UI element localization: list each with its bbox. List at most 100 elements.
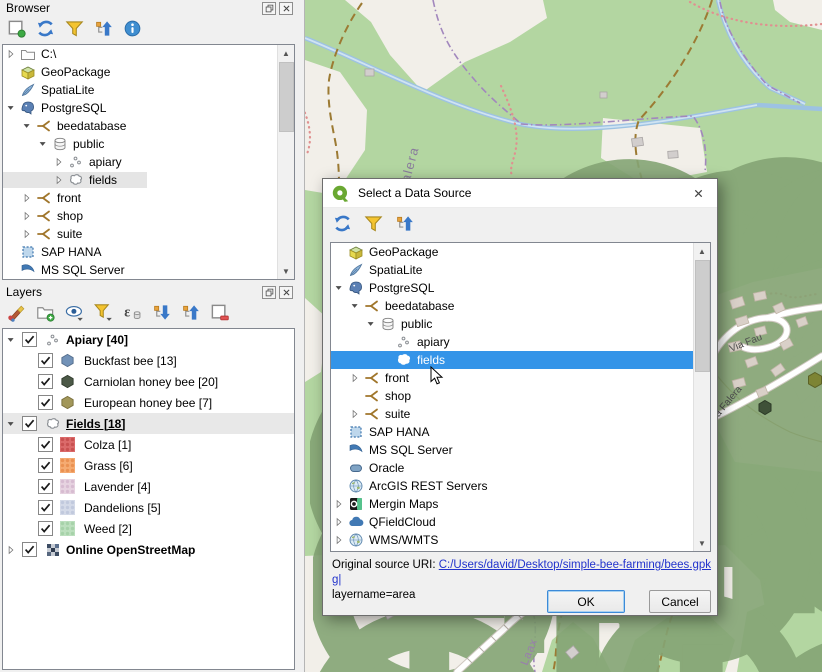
expander-icon[interactable] [19,226,35,242]
layer-checkbox[interactable] [38,500,53,515]
dialog-item-sap-hana[interactable]: SAP HANA [331,423,710,441]
refresh-button[interactable] [331,212,353,234]
expander-icon[interactable] [363,316,379,332]
layer-checkbox[interactable] [38,395,53,410]
dialog-item-mergin-maps[interactable]: Mergin Maps [331,495,710,513]
expander-icon[interactable] [331,532,347,548]
filter-browser-button[interactable] [63,17,85,39]
layer-item-dandelions[interactable]: Dandelions [5] [3,497,294,518]
add-selected-layers-button[interactable] [5,17,27,39]
collapse-all-button[interactable] [179,301,201,323]
browser-item-spatialite[interactable]: SpatiaLite [3,81,294,99]
scroll-up-icon[interactable]: ▲ [694,243,710,259]
browser-item-front[interactable]: front [3,189,294,207]
layer-item-online-openstreetmap[interactable]: Online OpenStreetMap [3,539,294,560]
float-panel-button[interactable] [262,2,276,15]
properties-button[interactable] [121,17,143,39]
layer-item-weed[interactable]: Weed [2] [3,518,294,539]
layer-checkbox[interactable] [22,416,37,431]
dialog-item-arcgis-rest-servers[interactable]: ArcGIS REST Servers [331,477,710,495]
dialog-item-fields-selected[interactable]: fields [331,351,710,369]
browser-item-shop[interactable]: shop [3,207,294,225]
refresh-button[interactable] [34,17,56,39]
remove-layer-button[interactable] [208,301,230,323]
browser-item-postgresql[interactable]: PostgreSQL [3,99,294,117]
expander-icon[interactable] [331,280,347,296]
close-panel-button[interactable] [279,286,293,299]
layer-checkbox[interactable] [38,353,53,368]
browser-item-public-schema[interactable]: public [3,135,294,153]
open-layer-styling-button[interactable] [5,301,27,323]
expander-icon[interactable] [19,208,35,224]
expander-icon[interactable] [19,118,35,134]
filter-by-expression-button[interactable] [121,301,143,323]
browser-item-apiary[interactable]: apiary [3,153,294,171]
layer-item-grass[interactable]: Grass [6] [3,455,294,476]
expander-icon[interactable] [3,46,19,62]
layer-checkbox[interactable] [38,437,53,452]
expander-icon[interactable] [3,332,19,348]
expander-icon[interactable] [51,154,67,170]
browser-item-sap-hana[interactable]: SAP HANA [3,243,294,261]
add-group-button[interactable] [34,301,56,323]
dialog-item-geopackage[interactable]: GeoPackage [331,243,710,261]
filter-legend-button[interactable] [92,301,114,323]
layer-item-buckfast-bee[interactable]: Buckfast bee [13] [3,350,294,371]
expander-icon[interactable] [331,496,347,512]
browser-item-ms-sql-server[interactable]: MS SQL Server [3,261,294,279]
expander-icon[interactable] [51,172,67,188]
expander-icon[interactable] [3,100,19,116]
layer-checkbox[interactable] [22,332,37,347]
dialog-item-apiary[interactable]: apiary [331,333,710,351]
layer-checkbox[interactable] [38,374,53,389]
dialog-item-public-schema[interactable]: public [331,315,710,333]
close-panel-button[interactable] [279,2,293,15]
expander-icon[interactable] [347,406,363,422]
dialog-item-oracle[interactable]: Oracle [331,459,710,477]
dialog-scrollbar[interactable]: ▲ ▼ [693,243,710,551]
dialog-item-qfieldcloud[interactable]: QFieldCloud [331,513,710,531]
manage-map-themes-button[interactable] [63,301,85,323]
dialog-item-beedatabase[interactable]: beedatabase [331,297,710,315]
cancel-button[interactable]: Cancel [649,590,711,613]
scroll-down-icon[interactable]: ▼ [694,535,710,551]
expander-icon[interactable] [19,190,35,206]
layer-checkbox[interactable] [22,542,37,557]
browser-item-fields[interactable]: fields [3,171,294,189]
layer-group-apiary[interactable]: Apiary [40] [3,329,294,350]
expander-icon[interactable] [3,416,19,432]
expander-icon[interactable] [3,542,19,558]
layer-item-lavender[interactable]: Lavender [4] [3,476,294,497]
browser-item-suite[interactable]: suite [3,225,294,243]
dialog-item-suite[interactable]: suite [331,405,710,423]
collapse-all-button[interactable] [393,212,415,234]
ok-button[interactable]: OK [547,590,625,613]
layer-checkbox[interactable] [38,521,53,536]
expander-icon[interactable] [347,298,363,314]
scrollbar-thumb[interactable] [695,260,710,372]
float-panel-button[interactable] [262,286,276,299]
dialog-item-spatialite[interactable]: SpatiaLite [331,261,710,279]
filter-button[interactable] [362,212,384,234]
scrollbar-thumb[interactable] [279,62,294,132]
layer-item-colza[interactable]: Colza [1] [3,434,294,455]
browser-item-c-drive[interactable]: C:\ [3,45,294,63]
layer-checkbox[interactable] [38,458,53,473]
layer-checkbox[interactable] [38,479,53,494]
panel-map-divider[interactable] [297,0,305,672]
layer-item-european-honey-bee[interactable]: European honey bee [7] [3,392,294,413]
collapse-all-button[interactable] [92,17,114,39]
dialog-item-ms-sql-server[interactable]: MS SQL Server [331,441,710,459]
expander-icon[interactable] [35,136,51,152]
layer-item-carniolan-honey-bee[interactable]: Carniolan honey bee [20] [3,371,294,392]
expander-icon[interactable] [331,514,347,530]
dialog-close-button[interactable] [689,185,707,201]
dialog-item-shop[interactable]: shop [331,387,710,405]
expand-all-button[interactable] [150,301,172,323]
browser-item-beedatabase[interactable]: beedatabase [3,117,294,135]
layer-group-fields[interactable]: Fields [18] [3,413,294,434]
dialog-item-wms-wmts[interactable]: WMS/WMTS [331,531,710,549]
scroll-down-icon[interactable]: ▼ [278,263,294,279]
browser-scrollbar[interactable]: ▲ ▼ [277,45,294,279]
dialog-item-postgresql[interactable]: PostgreSQL [331,279,710,297]
